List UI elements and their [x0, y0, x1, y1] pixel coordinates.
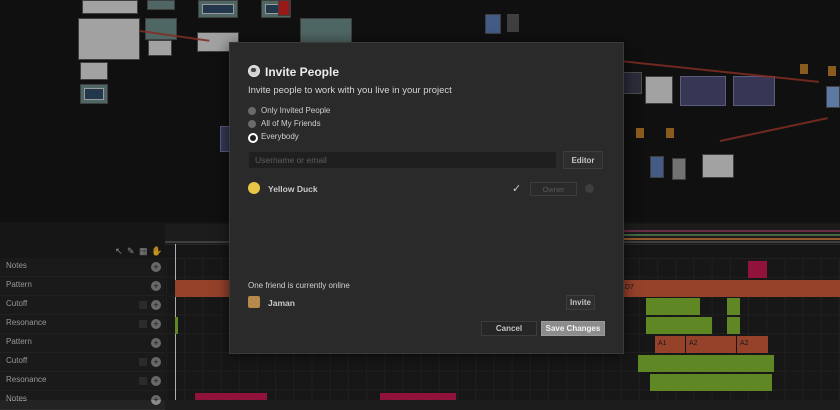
- radio-button[interactable]: [248, 107, 256, 115]
- avatar: [248, 182, 260, 194]
- editor-button[interactable]: Editor: [563, 151, 603, 169]
- check-icon: ✓: [512, 183, 522, 195]
- invite-button[interactable]: Invite: [566, 295, 595, 310]
- cancel-button[interactable]: Cancel: [481, 321, 537, 336]
- radio-button[interactable]: [248, 120, 256, 128]
- remove-icon[interactable]: [585, 184, 594, 193]
- radio-label: Everybody: [261, 132, 299, 141]
- member-row: Yellow Duck ✓ Owner: [248, 182, 603, 196]
- online-status: One friend is currently online: [248, 281, 350, 290]
- radio-label: All of My Friends: [261, 119, 321, 128]
- member-name: Yellow Duck: [268, 184, 318, 194]
- radio-button-selected[interactable]: [248, 133, 258, 143]
- globe-icon: [248, 65, 260, 77]
- username-email-input[interactable]: [248, 151, 557, 169]
- friend-name: Jaman: [268, 298, 295, 308]
- dialog-subtitle: Invite people to work with you live in y…: [248, 85, 452, 96]
- invite-dialog: Invite People Invite people to work with…: [229, 42, 624, 354]
- avatar: [248, 296, 260, 308]
- dialog-title: Invite People: [265, 65, 340, 79]
- role-badge: Owner: [530, 182, 577, 196]
- save-changes-button[interactable]: Save Changes: [541, 321, 605, 336]
- online-friend-row: Jaman: [248, 296, 603, 310]
- radio-label: Only Invited People: [261, 106, 331, 115]
